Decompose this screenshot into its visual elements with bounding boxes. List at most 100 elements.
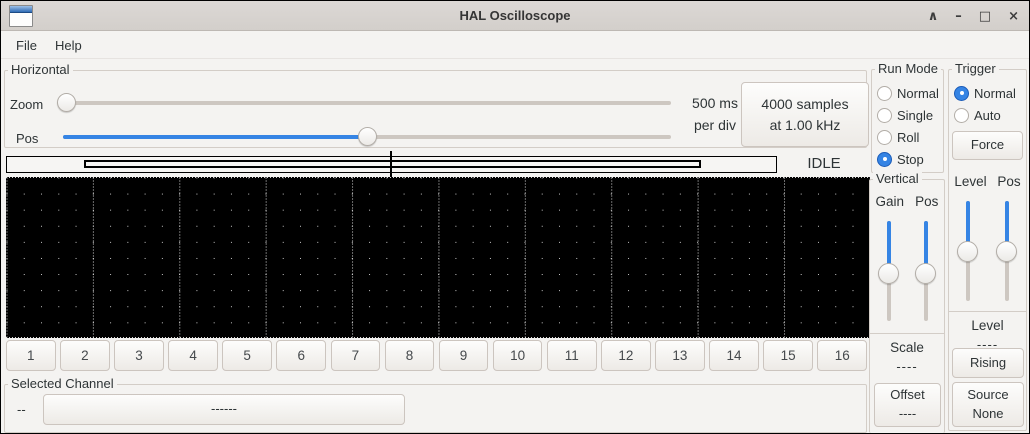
vertical-pos-slider[interactable] (915, 221, 937, 321)
trigger-level-slider[interactable] (957, 201, 979, 301)
channel-button-5[interactable]: 5 (222, 340, 272, 371)
zoom-slider-handle[interactable] (57, 93, 76, 112)
vertical-slider-labels: Gain Pos (870, 194, 944, 209)
gain-slider-handle[interactable] (878, 263, 899, 284)
vertical-sliders (870, 221, 944, 321)
menubar: File Help (1, 32, 1029, 59)
run-mode-option-single[interactable]: Single (872, 104, 943, 126)
channel-button-4[interactable]: 4 (168, 340, 218, 371)
trigger-pos-slider-handle[interactable] (996, 241, 1017, 262)
time-per-div-readout: 500 ms per div (685, 92, 745, 136)
channel-button-1[interactable]: 1 (6, 340, 56, 371)
capture-status-label: IDLE (781, 155, 867, 172)
channel-button-14[interactable]: 14 (709, 340, 759, 371)
trigger-sliders (949, 201, 1026, 301)
radio-icon (877, 108, 892, 123)
record-view-region (84, 160, 701, 168)
channel-button-16[interactable]: 16 (817, 340, 867, 371)
trigger-level-slider-handle[interactable] (957, 241, 978, 262)
scale-caption: Scale (870, 340, 944, 355)
trigger-level-slider-label: Level (954, 174, 986, 189)
horizontal-group: Horizontal Zoom Pos 500 ms per div 4000 (4, 70, 867, 148)
divider (949, 311, 1026, 312)
channel-button-7[interactable]: 7 (331, 340, 381, 371)
maximize-button[interactable]: □ (979, 10, 991, 23)
channel-button-2[interactable]: 2 (60, 340, 110, 371)
trigger-source-button[interactable]: Source None (952, 382, 1024, 427)
pos-slider-label: Pos (16, 131, 38, 146)
zoom-slider[interactable] (57, 93, 671, 113)
run-mode-option-stop[interactable]: Stop (872, 148, 943, 170)
content: Horizontal Zoom Pos 500 ms per div 4000 (1, 59, 1029, 433)
run-mode-group: Run Mode Normal Single Roll Stop (871, 69, 944, 173)
time-per-div-line1: 500 ms (685, 92, 745, 114)
channel-button-12[interactable]: 12 (601, 340, 651, 371)
samples-line1: 4000 samples (761, 94, 848, 114)
trigger-group-label: Trigger (952, 62, 999, 76)
menu-help[interactable]: Help (46, 34, 91, 57)
divider (870, 333, 944, 334)
record-bar-row: IDLE (6, 151, 867, 177)
selected-channel-source-button[interactable]: ------ (43, 394, 405, 425)
horizontal-group-label: Horizontal (8, 63, 73, 77)
zoom-slider-track[interactable] (57, 101, 671, 105)
trigger-option-normal[interactable]: Normal (949, 82, 1026, 104)
offset-button-label: Offset (890, 386, 924, 405)
offset-button[interactable]: Offset ---- (874, 383, 941, 427)
channel-button-13[interactable]: 13 (655, 340, 705, 371)
trigger-source-line1: Source (967, 386, 1008, 405)
time-per-div-line2: per div (685, 114, 745, 136)
trigger-pos-slider-label: Pos (997, 174, 1020, 189)
menu-file[interactable]: File (7, 34, 46, 57)
window-controls: ∧ – □ × (928, 1, 1019, 31)
channel-button-8[interactable]: 8 (385, 340, 435, 371)
gain-slider[interactable] (878, 221, 900, 321)
offset-button-value: ---- (899, 405, 916, 424)
force-button[interactable]: Force (952, 131, 1023, 160)
vertical-pos-slider-handle[interactable] (915, 263, 936, 284)
radio-icon (954, 86, 969, 101)
channel-button-9[interactable]: 9 (439, 340, 489, 371)
vertical-group-label: Vertical (873, 172, 922, 186)
app-window: HAL Oscilloscope ∧ – □ × File Help Horiz… (0, 0, 1030, 434)
trigger-position-marker (390, 151, 392, 177)
channel-button-row: 1 2 3 4 5 6 7 8 9 10 11 12 13 14 15 16 (6, 340, 867, 371)
run-mode-option-roll[interactable]: Roll (872, 126, 943, 148)
channel-button-11[interactable]: 11 (547, 340, 597, 371)
radio-icon (877, 86, 892, 101)
minimize-button[interactable]: – (955, 10, 962, 23)
radio-icon (954, 108, 969, 123)
trigger-source-line2: None (972, 405, 1003, 424)
app-icon-titlebar (10, 6, 32, 13)
channel-button-6[interactable]: 6 (276, 340, 326, 371)
channel-button-10[interactable]: 10 (493, 340, 543, 371)
selected-channel-group: Selected Channel -- ------ (4, 384, 867, 433)
shade-button[interactable]: ∧ (928, 10, 939, 23)
horizontal-pos-slider[interactable] (63, 127, 671, 147)
trigger-edge-button[interactable]: Rising (952, 348, 1024, 378)
horizontal-pos-slider-fill (63, 135, 367, 139)
trigger-pos-slider[interactable] (996, 201, 1018, 301)
radio-icon (877, 152, 892, 167)
scope-display (6, 177, 870, 338)
zoom-slider-label: Zoom (10, 97, 43, 112)
gain-slider-label: Gain (876, 194, 905, 209)
trigger-slider-labels: Level Pos (949, 174, 1026, 189)
samples-rate-button[interactable]: 4000 samples at 1.00 kHz (741, 82, 869, 147)
channel-button-3[interactable]: 3 (114, 340, 164, 371)
scale-value: ---- (870, 359, 944, 374)
radio-icon (877, 130, 892, 145)
trigger-level-caption: Level (949, 318, 1026, 333)
samples-line2: at 1.00 kHz (770, 115, 841, 135)
app-icon (9, 5, 33, 27)
trigger-option-auto[interactable]: Auto (949, 104, 1026, 126)
run-mode-option-normal[interactable]: Normal (872, 82, 943, 104)
titlebar: HAL Oscilloscope ∧ – □ × (1, 1, 1029, 31)
horizontal-pos-slider-handle[interactable] (358, 127, 377, 146)
close-button[interactable]: × (1008, 10, 1019, 23)
vertical-group: Vertical Gain Pos Scale ---- (869, 179, 945, 433)
run-mode-group-label: Run Mode (875, 62, 941, 76)
channel-button-15[interactable]: 15 (763, 340, 813, 371)
selected-channel-number: -- (17, 402, 26, 417)
trigger-group: Trigger Normal Auto Force Level Pos (948, 69, 1027, 431)
